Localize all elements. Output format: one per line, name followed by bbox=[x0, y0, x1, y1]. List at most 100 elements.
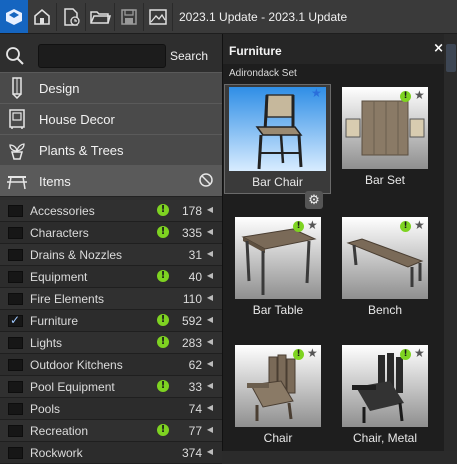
item-count: 33 bbox=[188, 380, 202, 394]
list-item[interactable]: Equipment! 40 ◀ bbox=[0, 266, 222, 288]
close-icon[interactable]: × bbox=[433, 41, 444, 56]
panel-header: Furniture × bbox=[223, 34, 457, 64]
tile-bar-table[interactable]: ! ★ Bar Table bbox=[235, 217, 340, 321]
item-count: 74 bbox=[188, 402, 202, 416]
list-item-label: Equipment bbox=[30, 270, 88, 284]
expand-arrow-icon[interactable]: ◀ bbox=[207, 359, 213, 368]
list-item[interactable]: Furniture! 592 ◀ bbox=[0, 310, 222, 332]
category-label: Items bbox=[39, 173, 71, 189]
tile-bar-chair[interactable]: ★ Bar Chair ⚙ bbox=[224, 84, 331, 209]
new-badge-icon: ! bbox=[157, 204, 169, 216]
item-count: 77 bbox=[188, 424, 202, 438]
item-count: 335 bbox=[181, 226, 202, 240]
item-count: 110 bbox=[182, 292, 202, 306]
tile-chair-metal[interactable]: ! ★ Chair, Metal bbox=[342, 345, 447, 449]
library-sidebar: Search Design House Decor Plants & Trees… bbox=[0, 34, 222, 464]
category-house-decor[interactable]: House Decor bbox=[0, 103, 222, 135]
expand-arrow-icon[interactable]: ◀ bbox=[207, 315, 213, 324]
tile-label: Chair, Metal bbox=[352, 431, 418, 445]
list-item-label: Fire Elements bbox=[30, 292, 105, 306]
tile-chair[interactable]: ! ★ Chair bbox=[235, 345, 340, 449]
favorite-star-icon[interactable]: ★ bbox=[414, 88, 425, 102]
hide-category-icon[interactable] bbox=[198, 172, 214, 191]
category-label: Plants & Trees bbox=[39, 142, 124, 158]
search-input[interactable] bbox=[38, 44, 166, 68]
list-item-label: Accessories bbox=[30, 204, 95, 218]
favorite-star-icon[interactable]: ★ bbox=[414, 218, 425, 232]
favorite-star-icon[interactable]: ★ bbox=[311, 86, 322, 100]
category-plants-trees[interactable]: Plants & Trees bbox=[0, 134, 222, 166]
list-item[interactable]: Recreation! 77 ◀ bbox=[0, 420, 222, 442]
checkbox[interactable] bbox=[8, 293, 23, 305]
new-badge-icon: ! bbox=[400, 91, 411, 102]
category-label: House Decor bbox=[39, 111, 115, 127]
expand-arrow-icon[interactable]: ◀ bbox=[207, 381, 213, 390]
new-badge-icon: ! bbox=[157, 336, 169, 348]
checkbox[interactable] bbox=[8, 425, 23, 437]
favorite-star-icon[interactable]: ★ bbox=[307, 346, 318, 360]
expand-arrow-icon[interactable]: ◀ bbox=[207, 293, 213, 302]
expand-arrow-icon[interactable]: ◀ bbox=[207, 205, 213, 214]
item-count: 31 bbox=[188, 248, 202, 262]
search-icon bbox=[5, 46, 25, 71]
tile-bar-set[interactable]: ! ★ Bar Set bbox=[342, 87, 447, 187]
panel-title: Furniture bbox=[229, 44, 282, 58]
new-badge-icon: ! bbox=[400, 221, 411, 232]
list-item[interactable]: Pool Equipment! 33 ◀ bbox=[0, 376, 222, 398]
list-item-label: Furniture bbox=[30, 314, 79, 328]
expand-arrow-icon[interactable]: ◀ bbox=[207, 227, 213, 236]
checkbox[interactable] bbox=[8, 403, 23, 415]
new-document-icon[interactable] bbox=[57, 2, 86, 31]
tile-label: Bar Table bbox=[252, 303, 304, 317]
favorite-star-icon[interactable]: ★ bbox=[414, 346, 425, 360]
app-logo-icon[interactable] bbox=[0, 0, 28, 33]
new-badge-icon: ! bbox=[157, 226, 169, 238]
checkbox[interactable] bbox=[8, 447, 23, 459]
home-icon[interactable] bbox=[28, 2, 57, 31]
expand-arrow-icon[interactable]: ◀ bbox=[207, 271, 213, 280]
search-button[interactable]: Search bbox=[168, 44, 210, 68]
list-item[interactable]: Fire Elements 110 ◀ bbox=[0, 288, 222, 310]
category-design[interactable]: Design bbox=[0, 72, 222, 104]
checkbox[interactable] bbox=[8, 359, 23, 371]
tile-bench[interactable]: ! ★ Bench bbox=[342, 217, 447, 321]
list-item[interactable]: Pools 74 ◀ bbox=[0, 398, 222, 420]
expand-arrow-icon[interactable]: ◀ bbox=[207, 337, 213, 346]
open-folder-icon[interactable] bbox=[86, 2, 115, 31]
furniture-panel: Furniture × Adirondack Set ★ Bar Chair ⚙ bbox=[222, 34, 457, 451]
save-icon[interactable] bbox=[115, 2, 144, 31]
list-item[interactable]: Rockwork 374 ◀ bbox=[0, 442, 222, 464]
item-count: 592 bbox=[181, 314, 202, 328]
list-item-label: Pools bbox=[30, 402, 61, 416]
tile-label: Chair bbox=[263, 431, 293, 445]
scrollbar-thumb[interactable] bbox=[446, 44, 456, 72]
image-icon[interactable] bbox=[144, 2, 173, 31]
tile-label: Bar Set bbox=[364, 173, 406, 187]
checkbox[interactable] bbox=[8, 227, 23, 239]
checkbox[interactable] bbox=[8, 249, 23, 261]
checkbox[interactable] bbox=[8, 337, 23, 349]
checkbox[interactable] bbox=[8, 205, 23, 217]
item-subcategory-list: Accessories! 178 ◀ Characters! 335 ◀ Drains & … bbox=[0, 200, 222, 464]
expand-arrow-icon[interactable]: ◀ bbox=[207, 249, 213, 258]
expand-arrow-icon[interactable]: ◀ bbox=[207, 447, 213, 456]
list-item[interactable]: Outdoor Kitchens 62 ◀ bbox=[0, 354, 222, 376]
tile-label: Bar Chair bbox=[252, 175, 303, 189]
list-item[interactable]: Lights! 283 ◀ bbox=[0, 332, 222, 354]
checkbox[interactable] bbox=[8, 381, 23, 393]
favorite-star-icon[interactable]: ★ bbox=[307, 218, 318, 232]
category-items[interactable]: Items bbox=[0, 165, 222, 197]
checkbox[interactable] bbox=[8, 313, 23, 327]
checkbox[interactable] bbox=[8, 271, 23, 283]
panel-scrollbar[interactable] bbox=[444, 34, 457, 451]
new-badge-icon: ! bbox=[157, 424, 169, 436]
search-row: Search bbox=[0, 42, 222, 70]
expand-arrow-icon[interactable]: ◀ bbox=[207, 425, 213, 434]
list-item[interactable]: Characters! 335 ◀ bbox=[0, 222, 222, 244]
list-item[interactable]: Accessories! 178 ◀ bbox=[0, 200, 222, 222]
picture-frame-icon bbox=[5, 108, 29, 130]
new-badge-icon: ! bbox=[293, 349, 304, 360]
settings-gear-icon[interactable]: ⚙ bbox=[305, 191, 323, 209]
expand-arrow-icon[interactable]: ◀ bbox=[207, 403, 213, 412]
list-item[interactable]: Drains & Nozzles 31 ◀ bbox=[0, 244, 222, 266]
